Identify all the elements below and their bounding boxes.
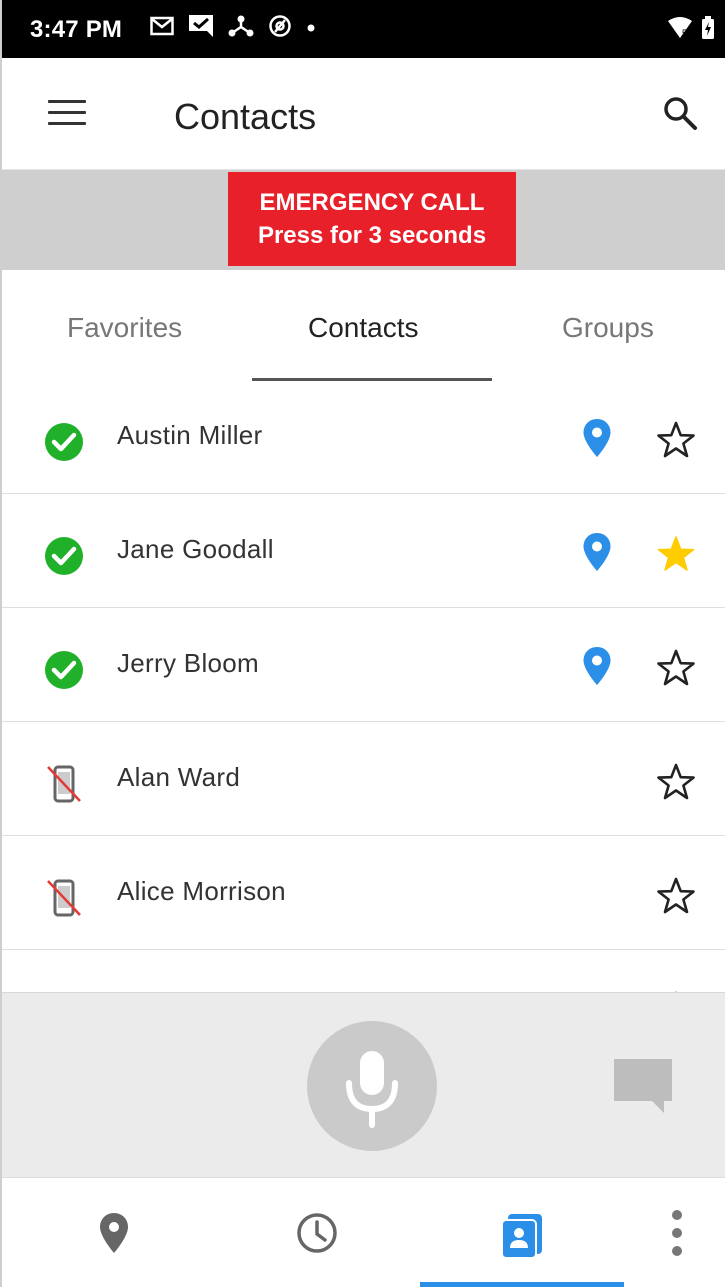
bottom-navigation [2,1177,725,1287]
offline-phone-icon [44,878,84,918]
emergency-bar: EMERGENCY CALL Press for 3 seconds [2,170,725,270]
status-notification-icons [150,14,316,43]
location-pin-icon[interactable] [582,646,612,686]
status-bar: 3:47 PM 5 [2,0,725,58]
clock-icon[interactable] [296,1212,338,1259]
contact-name: Austin Miller [117,420,263,450]
contact-name: Jerry Bloom [117,648,259,678]
more-vert-icon[interactable] [668,1208,686,1263]
page-title: Contacts [174,96,317,137]
contact-name: Alice Morrison [117,876,286,906]
favorite-star-outline-icon[interactable] [656,762,696,802]
favorite-star-filled-icon[interactable] [656,534,696,574]
tab-groups[interactable]: Groups [562,312,654,344]
message-check-icon [188,14,214,43]
battery-icon [701,16,715,45]
online-check-icon [44,422,84,462]
emergency-call-button[interactable]: EMERGENCY CALL Press for 3 seconds [228,172,516,266]
wifi-icon: 5 [667,17,693,44]
contacts-book-icon[interactable] [500,1212,546,1263]
tab-favorites[interactable]: Favorites [67,312,182,344]
contact-row[interactable]: Jane Goodall [2,494,725,608]
contact-row[interactable] [2,950,725,992]
location-pin-icon[interactable] [582,532,612,572]
contact-tabs: Favorites Contacts Groups [2,270,725,386]
contact-row[interactable]: Alan Ward [2,722,725,836]
app-bar: Contacts [2,58,725,170]
tab-contacts[interactable]: Contacts [308,312,419,344]
online-check-icon [44,650,84,690]
contact-row[interactable]: Jerry Bloom [2,608,725,722]
hamburger-menu-icon[interactable] [48,100,86,128]
offline-phone-icon [44,764,84,804]
favorite-star-outline-icon[interactable] [656,876,696,916]
contact-row[interactable]: Austin Miller [2,380,725,494]
contact-name: Jane Goodall [117,534,274,564]
dot-icon [306,20,316,38]
contact-row[interactable]: Alice Morrison [2,836,725,950]
active-nav-indicator [420,1282,624,1287]
chat-bubble-icon[interactable] [612,1057,674,1115]
contact-name: Alan Ward [117,762,241,792]
contact-list[interactable]: Austin Miller Jane Goodall Jerry Bloom A… [2,380,725,992]
call-controls [2,992,725,1177]
status-system-icons: 5 [667,16,715,45]
emergency-call-label: EMERGENCY CALL [259,189,485,216]
at-sign-icon [268,14,292,43]
microphone-icon[interactable] [307,1021,437,1151]
emergency-call-hint: Press for 3 seconds [257,222,487,249]
svg-text:5: 5 [682,28,687,38]
location-pin-icon[interactable] [582,418,612,458]
status-time: 3:47 PM [30,16,123,43]
map-pin-icon[interactable] [98,1212,130,1259]
online-check-icon [44,536,84,576]
favorite-star-outline-icon[interactable] [656,648,696,688]
gmail-icon [150,16,174,41]
network-icon [228,15,254,42]
app-frame: 3:47 PM 5 Contacts EMERGENCY CALL Press … [0,0,725,1287]
favorite-star-outline-icon[interactable] [656,420,696,460]
search-icon[interactable] [661,94,701,134]
